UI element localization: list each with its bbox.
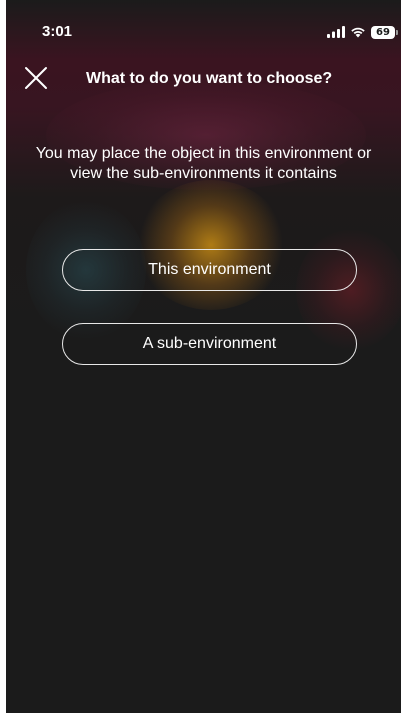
- prompt-line: view the sub-environments it contains: [70, 165, 337, 182]
- page-title: What to do you want to choose?: [86, 70, 333, 87]
- sub-environment-button[interactable]: A sub-environment: [62, 323, 357, 365]
- header: What to do you want to choose?: [6, 56, 401, 100]
- prompt-line: You may place the object in this environ…: [35, 145, 372, 162]
- button-label: A sub-environment: [142, 335, 277, 352]
- battery-icon: 69: [371, 25, 398, 39]
- app-screen: 3:01 69 What to do you want to choose? Y…: [6, 0, 401, 713]
- this-environment-button[interactable]: This environment: [62, 249, 357, 291]
- button-label: This environment: [148, 261, 271, 278]
- cellular-signal-icon: [327, 26, 345, 38]
- battery-level: 69: [376, 26, 390, 38]
- choice-prompt: You may place the object in this environ…: [6, 144, 401, 184]
- status-bar: 3:01 69: [6, 0, 401, 46]
- close-button[interactable]: [22, 64, 50, 92]
- close-icon[interactable]: [22, 64, 50, 92]
- wifi-icon: [351, 27, 365, 38]
- status-time: 3:01: [42, 23, 73, 40]
- status-icons: 69: [327, 24, 398, 40]
